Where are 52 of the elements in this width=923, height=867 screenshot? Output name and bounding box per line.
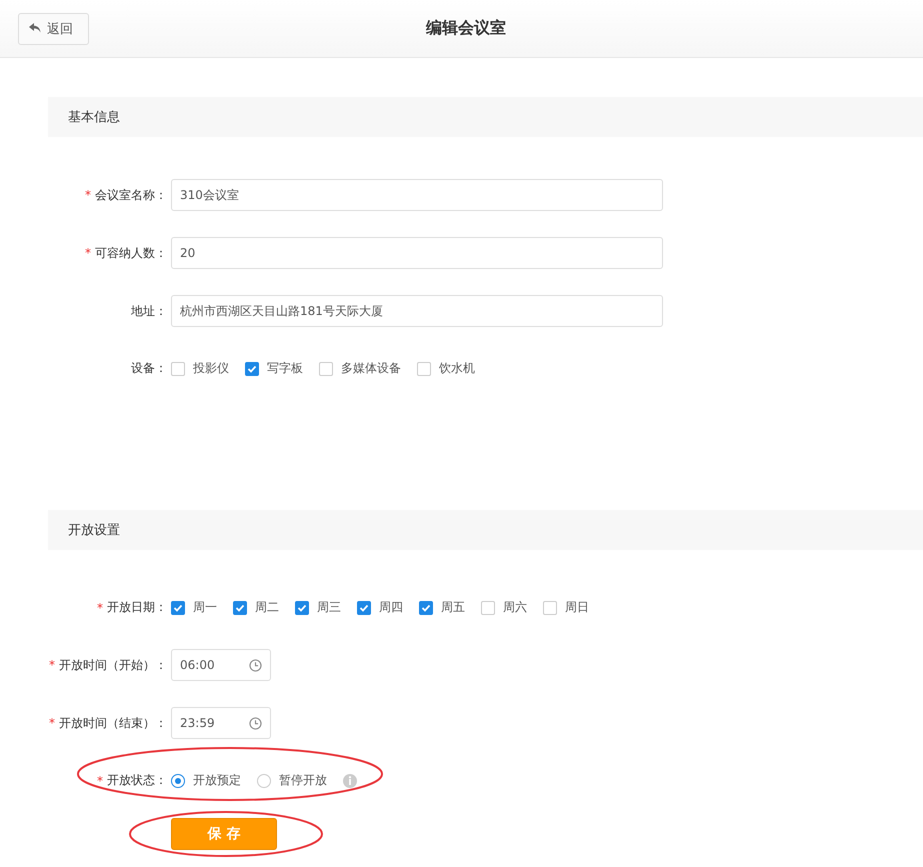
input-field[interactable]: 杭州市西湖区天目山路181号天际大厦 <box>171 295 663 327</box>
required-mark: * <box>49 716 55 730</box>
checkbox-label: 饮水机 <box>439 360 475 377</box>
field-label: 可容纳人数： <box>95 244 167 262</box>
checkbox-label: 周五 <box>441 599 465 616</box>
field-label: 开放时间（开始）： <box>59 656 167 674</box>
checkbox-label: 周日 <box>565 599 589 616</box>
input-field[interactable]: 20 <box>171 237 663 269</box>
field-label: 开放日期： <box>107 599 167 616</box>
radio-label: 暂停开放 <box>279 772 327 789</box>
checkbox[interactable] <box>419 600 433 614</box>
field-label: 会议室名称： <box>95 186 167 204</box>
required-mark: * <box>97 774 103 788</box>
checkbox-label: 多媒体设备 <box>341 360 401 377</box>
checkbox[interactable] <box>543 600 557 614</box>
checkbox[interactable] <box>295 600 309 614</box>
required-mark: * <box>85 188 91 202</box>
input-field[interactable]: 310会议室 <box>171 179 663 211</box>
radio-button[interactable] <box>171 774 185 788</box>
checkbox-label: 周二 <box>255 599 279 616</box>
section-header: 基本信息 <box>48 97 923 137</box>
checkbox[interactable] <box>417 362 431 376</box>
checkbox[interactable] <box>319 362 333 376</box>
time-field[interactable]: 23:59 <box>171 707 271 739</box>
clock-icon <box>249 658 262 672</box>
checkbox-label: 周六 <box>503 599 527 616</box>
checkbox[interactable] <box>481 600 495 614</box>
field-label: 开放状态： <box>107 772 167 789</box>
required-mark: * <box>49 658 55 672</box>
checkbox[interactable] <box>171 362 185 376</box>
required-mark: * <box>97 600 103 614</box>
clock-icon <box>249 716 262 730</box>
page-title: 编辑会议室 <box>424 18 507 39</box>
section-header: 开放设置 <box>48 510 923 550</box>
checkbox[interactable] <box>245 362 259 376</box>
back-button[interactable]: 返回 <box>18 12 89 44</box>
radio-label: 开放预定 <box>193 772 241 789</box>
checkbox[interactable] <box>357 600 371 614</box>
required-mark: * <box>85 246 91 260</box>
field-label: 开放时间（结束）： <box>59 714 167 732</box>
checkbox-label: 周四 <box>379 599 403 616</box>
radio-button[interactable] <box>257 774 271 788</box>
field-label: 地址： <box>131 302 167 320</box>
field-label: 设备： <box>131 360 167 377</box>
time-field[interactable]: 06:00 <box>171 649 271 681</box>
checkbox-label: 写字板 <box>267 360 303 377</box>
checkbox[interactable] <box>171 600 185 614</box>
checkbox-label: 周三 <box>317 599 341 616</box>
reply-arrow-icon <box>29 23 41 34</box>
checkbox[interactable] <box>233 600 247 614</box>
checkbox-label: 投影仪 <box>193 360 229 377</box>
checkbox-label: 周一 <box>193 599 217 616</box>
